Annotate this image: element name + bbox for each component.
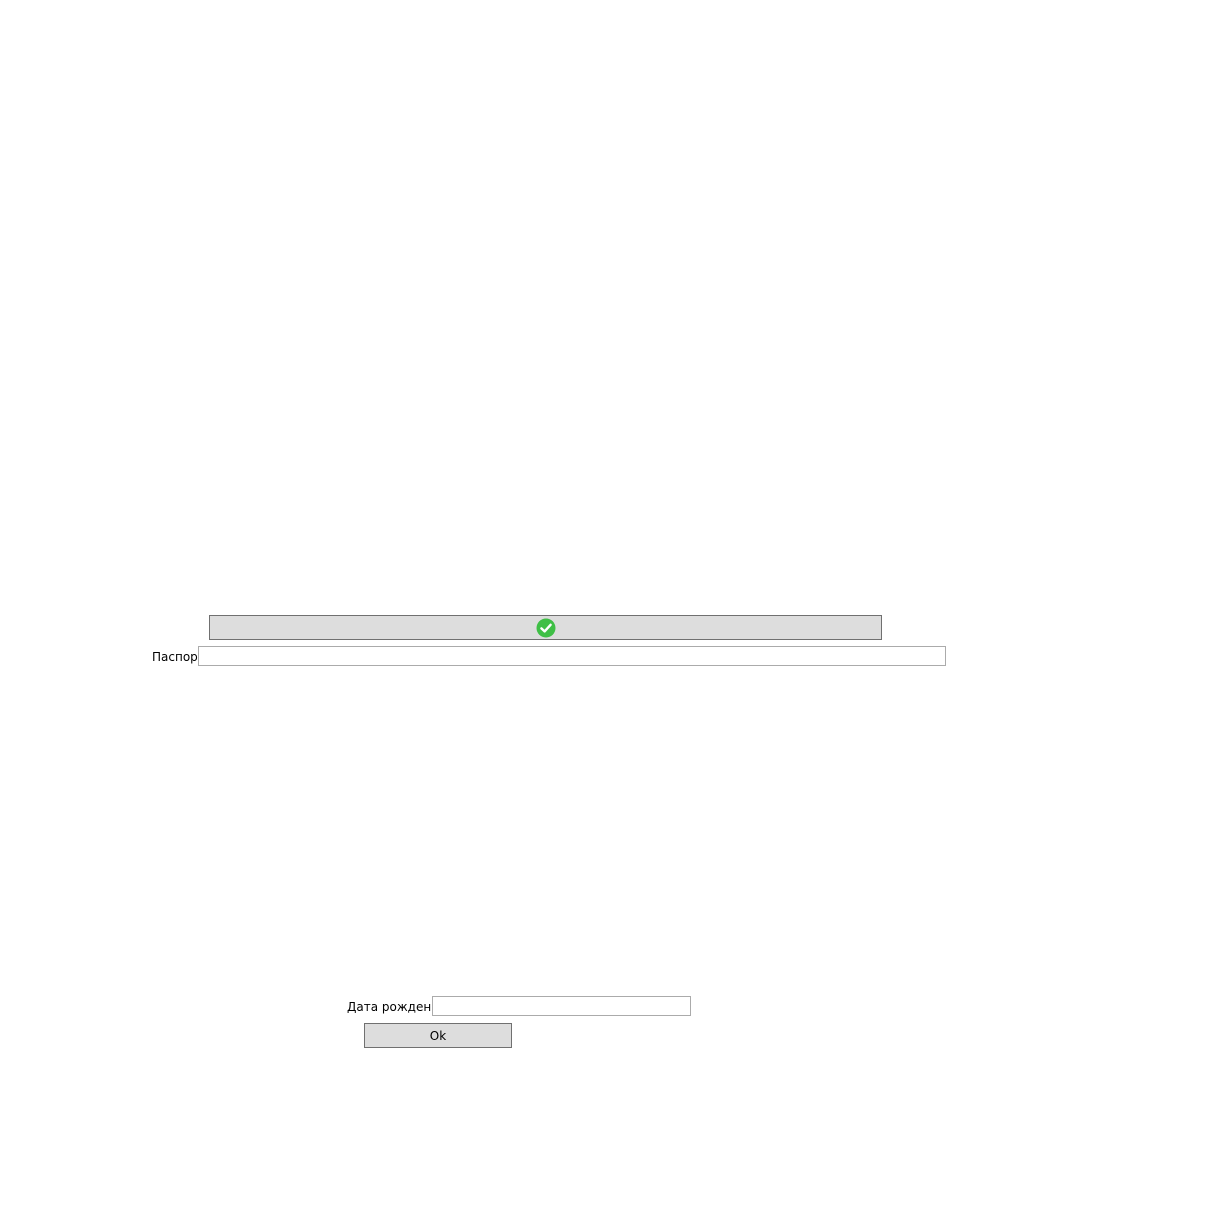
passport-label: Паспорт <box>152 650 205 664</box>
ok-button[interactable]: Ok <box>364 1023 512 1048</box>
birth-date-input[interactable] <box>432 996 691 1016</box>
passport-input[interactable] <box>198 646 946 666</box>
check-circle-icon <box>536 618 555 637</box>
confirm-button[interactable] <box>209 615 882 640</box>
